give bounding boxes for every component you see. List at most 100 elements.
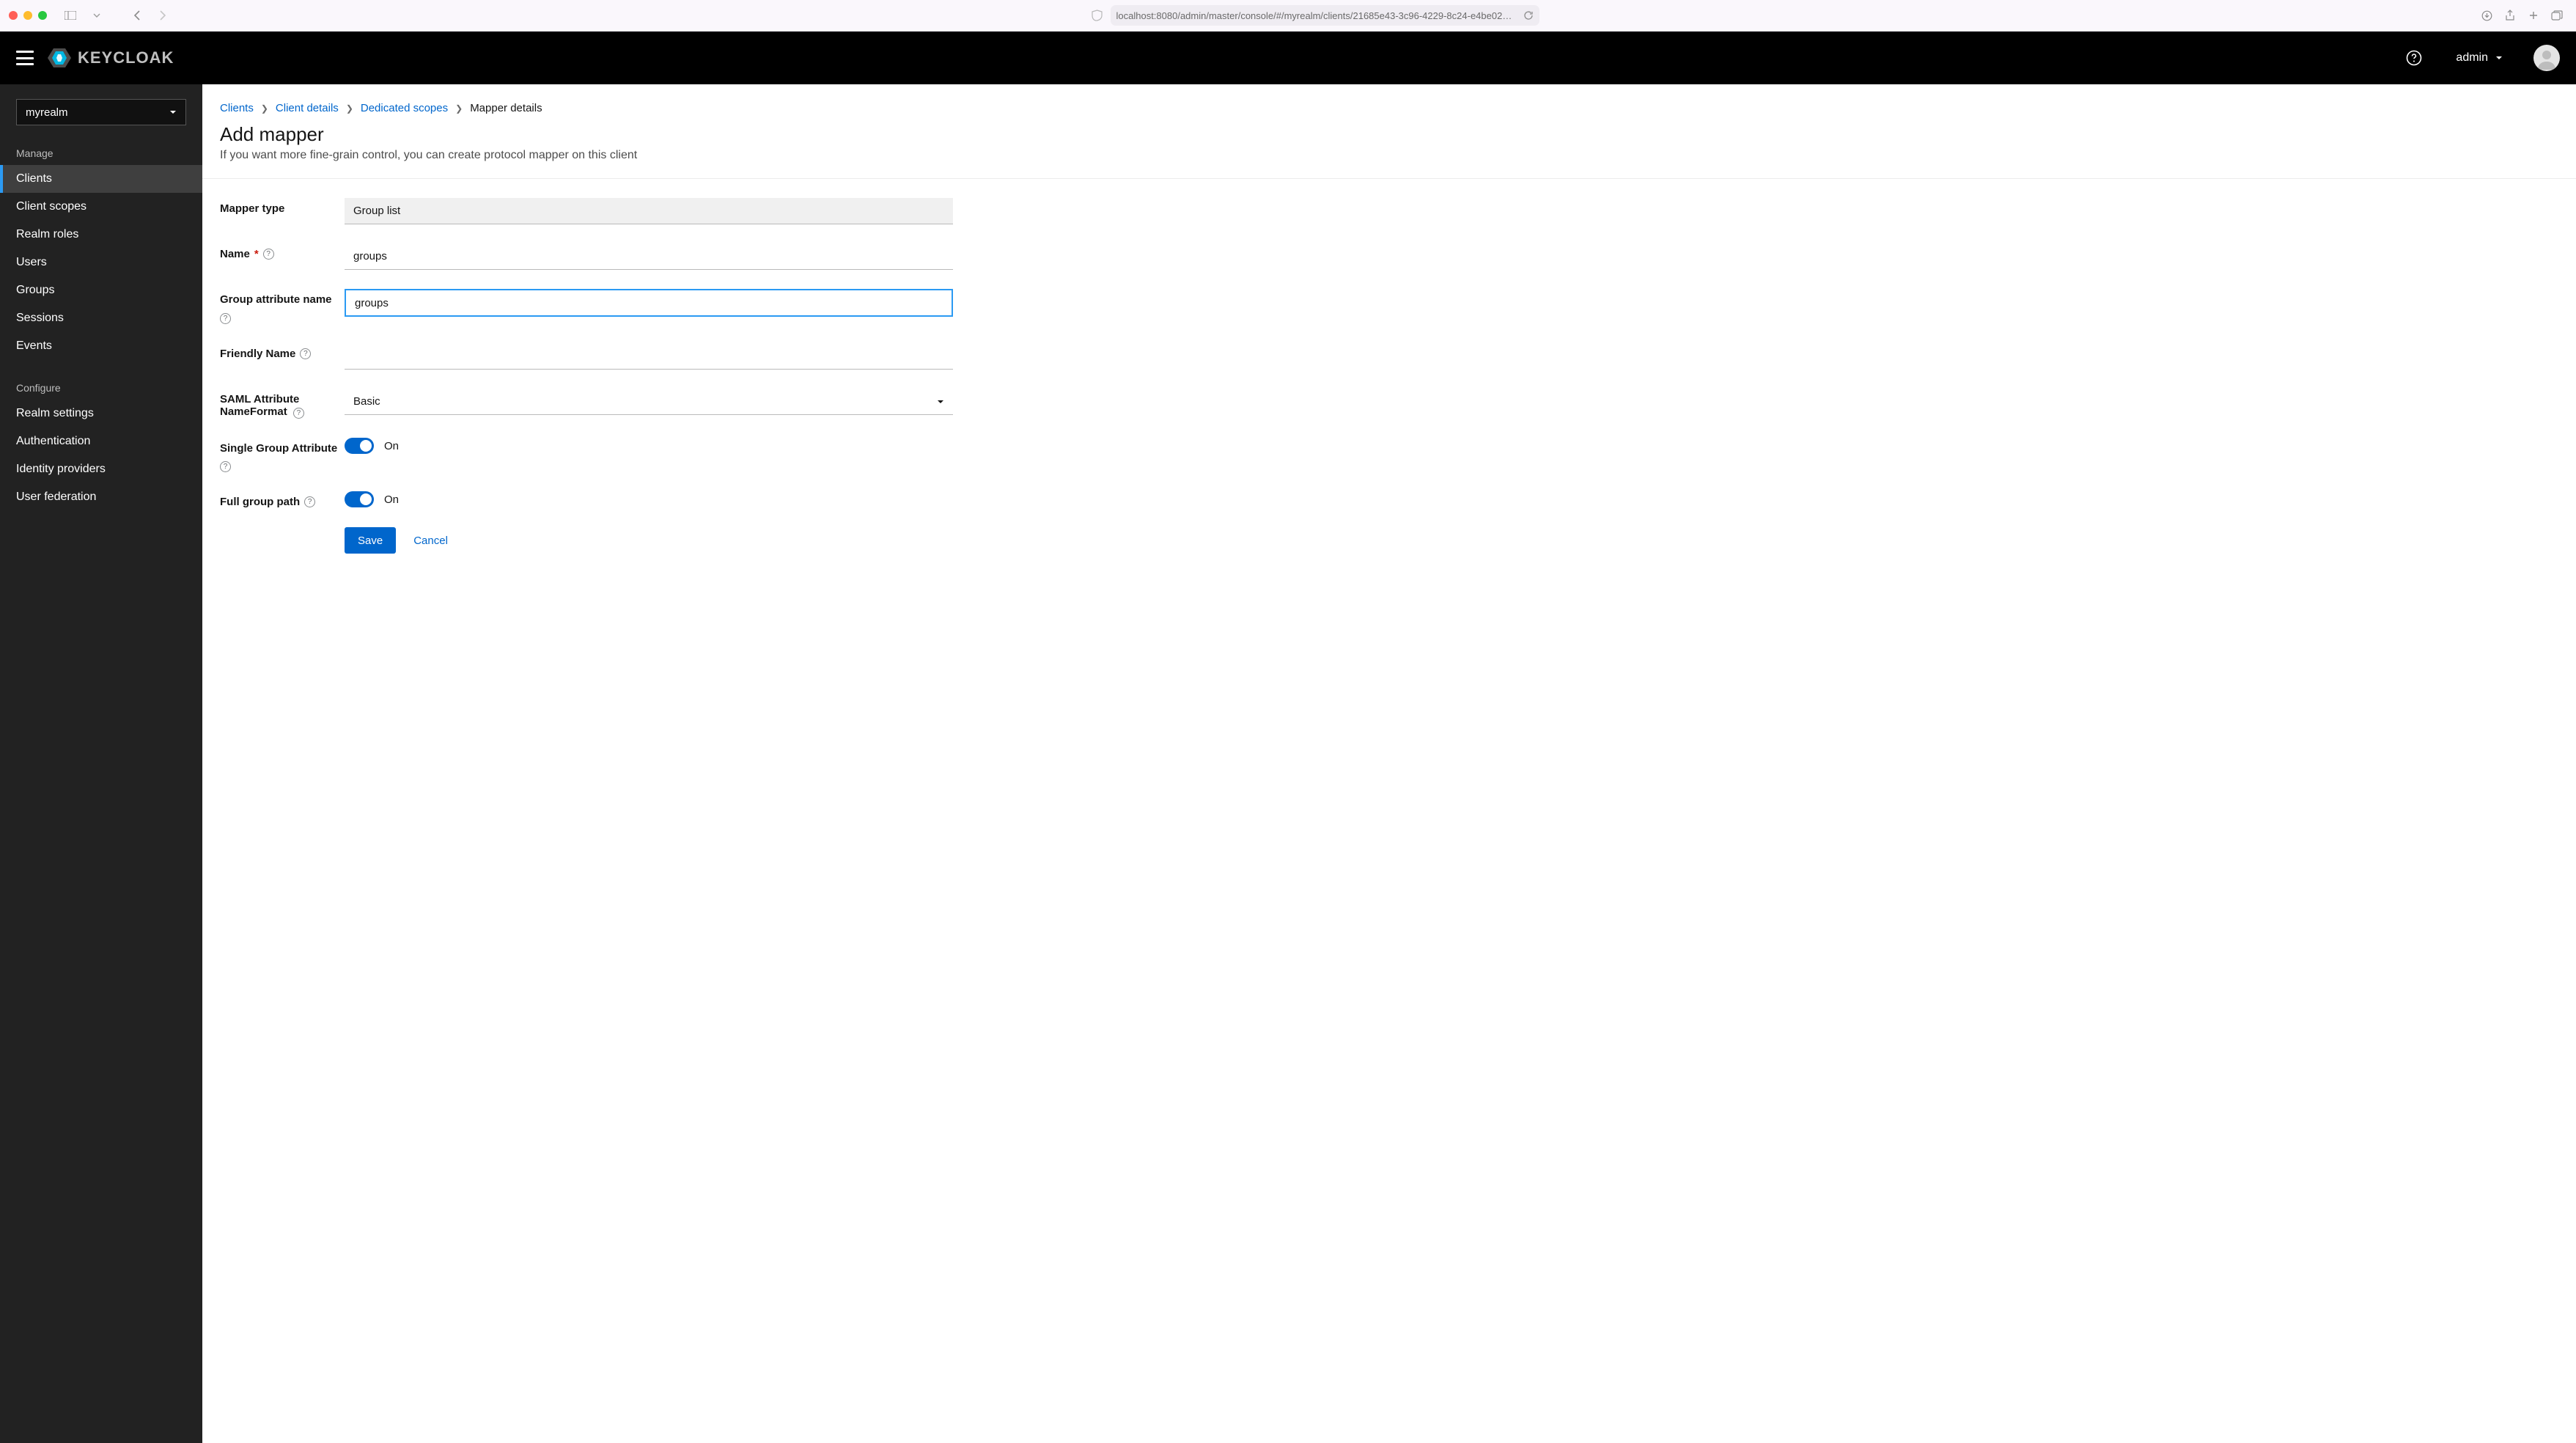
help-icon[interactable]: ? [304,496,315,507]
sidebar-item-client-scopes[interactable]: Client scopes [0,193,202,221]
sidebar-item-identity-providers[interactable]: Identity providers [0,455,202,483]
label-text: Friendly Name [220,348,295,360]
help-icon[interactable] [2406,50,2422,66]
browser-chrome: localhost:8080/admin/master/console/#/my… [0,0,2576,32]
friendly-name-label: Friendly Name ? [220,343,345,360]
sidebar-item-user-federation[interactable]: User federation [0,483,202,511]
breadcrumb-link-client-details[interactable]: Client details [276,102,339,114]
window-close-button[interactable] [9,11,18,20]
mapper-type-value: Group list [345,198,953,224]
tabs-icon[interactable] [2547,6,2567,25]
name-label: Name * ? [220,243,345,260]
single-group-attribute-label: Single Group Attribute ? [220,438,345,472]
hamburger-menu-button[interactable] [16,49,34,67]
chevron-right-icon: ❯ [346,103,353,114]
mapper-type-label: Mapper type [220,198,345,215]
required-asterisk: * [254,248,259,260]
full-group-path-toggle[interactable] [345,491,374,507]
new-tab-icon[interactable] [2523,6,2544,25]
sidebar-item-authentication[interactable]: Authentication [0,427,202,455]
label-text: Name [220,248,250,260]
realm-selector[interactable]: myrealm [16,99,186,125]
label-text: Mapper type [220,202,284,215]
browser-url-bar[interactable]: localhost:8080/admin/master/console/#/my… [1111,5,1539,26]
saml-nameformat-select[interactable]: Basic [345,389,953,415]
sidebar-item-users[interactable]: Users [0,249,202,276]
group-attribute-name-input[interactable] [345,289,953,317]
sidebar-item-clients[interactable]: Clients [0,165,202,193]
window-traffic-lights [9,11,47,20]
url-text: localhost:8080/admin/master/console/#/my… [1116,10,1517,21]
sidebar-item-label: Groups [16,284,54,296]
avatar[interactable] [2533,45,2560,71]
full-group-path-label: Full group path ? [220,491,345,508]
sidebar-item-realm-settings[interactable]: Realm settings [0,400,202,427]
sidebar-item-label: Clients [16,172,52,185]
divider [202,178,2576,179]
name-input[interactable] [345,243,953,270]
share-icon[interactable] [2500,6,2520,25]
window-zoom-button[interactable] [38,11,47,20]
friendly-name-input[interactable] [345,343,953,370]
sidebar-item-label: Authentication [16,435,90,447]
sidebar-item-label: Realm settings [16,407,94,419]
sidebar-item-label: User federation [16,491,96,503]
breadcrumb: Clients ❯ Client details ❯ Dedicated sco… [220,102,2558,114]
label-text: Group attribute name [220,293,332,306]
label-text: Full group path [220,496,300,508]
sidebar-item-label: Client scopes [16,200,87,213]
sidebar-item-label: Events [16,339,52,352]
caret-down-icon [937,400,944,404]
help-icon[interactable]: ? [300,348,311,359]
breadcrumb-link-dedicated-scopes[interactable]: Dedicated scopes [361,102,448,114]
saml-nameformat-label: SAML Attribute NameFormat ? [220,389,345,419]
select-value: Basic [353,395,380,408]
caret-down-icon [2495,56,2503,60]
sidebar-item-label: Realm roles [16,228,78,240]
keycloak-logo-text: KEYCLOAK [78,48,174,67]
group-attribute-name-label: Group attribute name ? [220,289,345,324]
toggle-on-label: On [384,440,399,452]
help-icon[interactable]: ? [263,249,274,260]
label-text: SAML Attribute NameFormat [220,393,299,418]
caret-down-icon [169,110,177,114]
save-button[interactable]: Save [345,527,396,554]
main-content: Clients ❯ Client details ❯ Dedicated sco… [202,84,2576,1443]
browser-back-button[interactable] [126,6,147,25]
breadcrumb-current: Mapper details [470,102,542,114]
sidebar-item-events[interactable]: Events [0,332,202,360]
help-icon[interactable]: ? [220,313,231,324]
chevron-down-icon[interactable] [87,6,107,25]
nav-section-manage: Manage [0,140,202,165]
browser-forward-button[interactable] [152,6,173,25]
shield-icon [1092,10,1103,21]
downloads-icon[interactable] [2476,6,2497,25]
cancel-button[interactable]: Cancel [413,535,448,547]
sidebar-item-sessions[interactable]: Sessions [0,304,202,332]
chevron-right-icon: ❯ [455,103,463,114]
user-menu-label: admin [2456,51,2488,65]
sidebar-item-label: Users [16,256,47,268]
keycloak-logo-icon [47,45,72,70]
sidebar-toggle-icon[interactable] [60,6,81,25]
window-minimize-button[interactable] [23,11,32,20]
sidebar-item-label: Identity providers [16,463,106,475]
breadcrumb-link-clients[interactable]: Clients [220,102,254,114]
mapper-form: Mapper type Group list Name * ? [220,198,953,554]
single-group-attribute-toggle[interactable] [345,438,374,454]
keycloak-logo[interactable]: KEYCLOAK [47,45,174,70]
app-header: KEYCLOAK admin [0,32,2576,84]
sidebar-item-realm-roles[interactable]: Realm roles [0,221,202,249]
toggle-on-label: On [384,493,399,506]
chevron-right-icon: ❯ [261,103,268,114]
user-menu[interactable]: admin [2456,51,2503,65]
help-icon[interactable]: ? [293,408,304,419]
sidebar-item-groups[interactable]: Groups [0,276,202,304]
reload-icon[interactable] [1523,10,1534,21]
sidebar: myrealm Manage Clients Client scopes Rea… [0,84,202,1443]
sidebar-item-label: Sessions [16,312,64,324]
page-title: Add mapper [220,123,2558,146]
label-text: Single Group Attribute [220,442,337,455]
realm-selector-label: myrealm [26,106,68,119]
help-icon[interactable]: ? [220,461,231,472]
